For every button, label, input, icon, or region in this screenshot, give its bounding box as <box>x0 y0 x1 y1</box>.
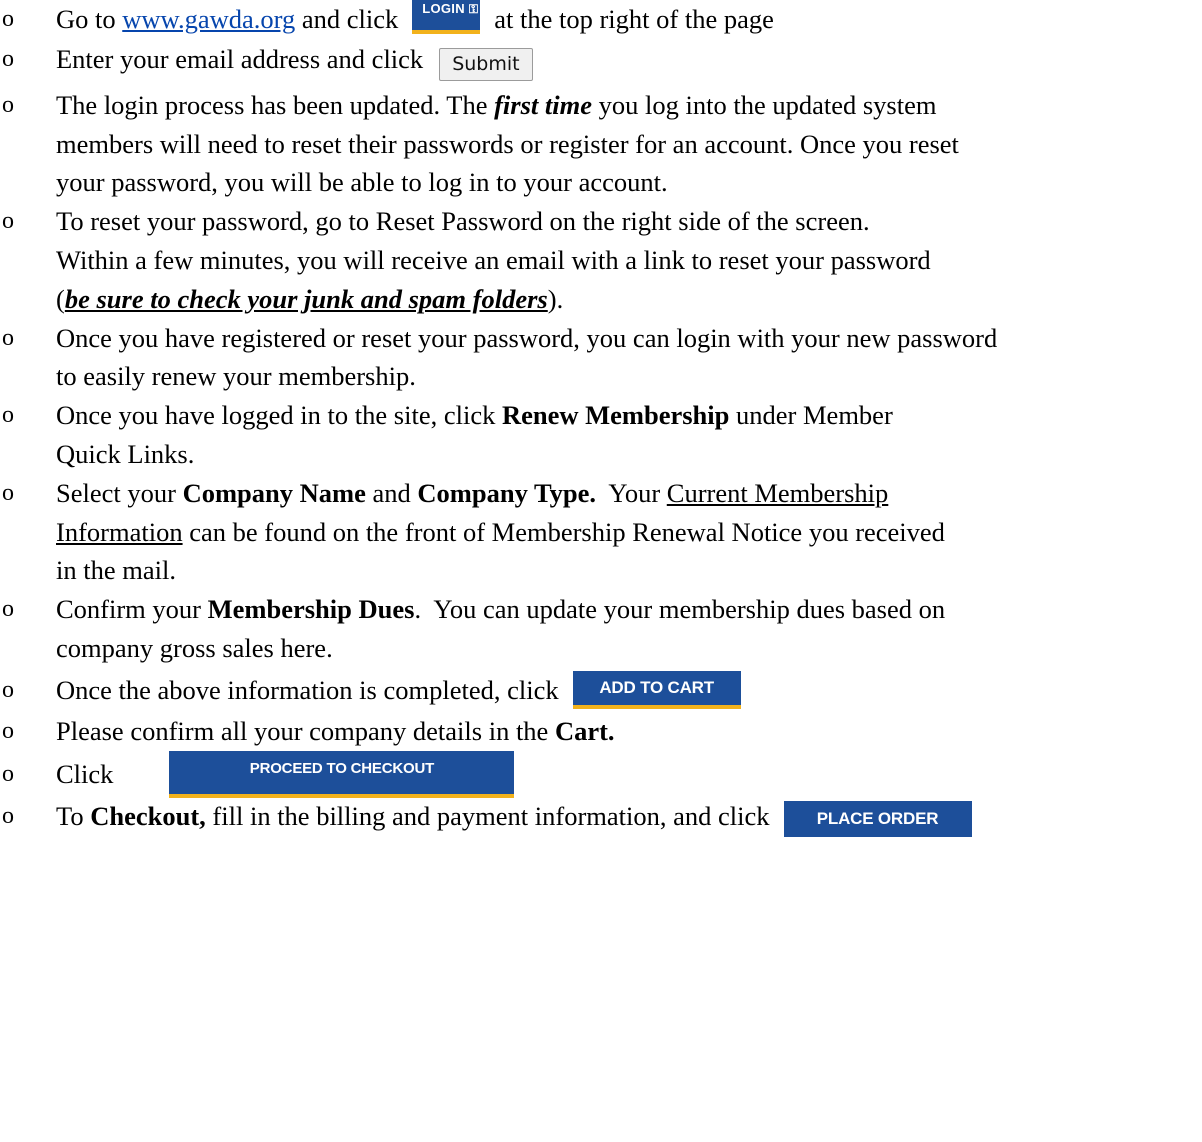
bullet: o <box>2 761 14 788</box>
key-icon: ⚿ <box>468 2 479 16</box>
gawda-link[interactable]: www.gawda.org <box>122 4 295 34</box>
login-button-image: LOGIN ⚿ <box>412 0 481 34</box>
proceed-to-checkout-button-image: PROCEED TO CHECKOUT <box>169 751 515 799</box>
list-item-place-order: o To Checkout, fill in the billing and p… <box>0 797 1202 838</box>
bullet: o <box>2 676 14 703</box>
bullet: o <box>2 803 14 830</box>
list-item-login: o Go to www.gawda.org and click LOGIN ⚿ at … <box>0 0 1202 39</box>
list-item-cart: o Please confirm all your company detail… <box>0 712 1202 751</box>
bullet: o <box>2 45 14 72</box>
list-item-email: o Enter your email address and click Subm… <box>0 40 1202 81</box>
list-item-add-to-cart: o Once the above information is complete… <box>0 670 1202 710</box>
list-item-login-updated: o The login process has been updated. Th… <box>0 86 1202 202</box>
bullet: o <box>2 717 14 744</box>
list-item-company: o Select your Company Name and Company T… <box>0 474 1202 590</box>
submit-button-image: Submit <box>439 47 533 81</box>
list-item-dues: o Confirm your Membership Dues. You can … <box>0 590 1202 668</box>
place-order-button-image: PLACE ORDER <box>783 801 972 838</box>
bullet: o <box>2 324 14 351</box>
list-item-registered: o Once you have registered or reset your… <box>0 319 1202 397</box>
bullet: o <box>2 402 14 429</box>
list-item-renew: o Once you have logged in to the site, c… <box>0 396 1202 474</box>
list-item-reset-password: o To reset your password, go to Reset Pa… <box>0 202 1202 318</box>
bullet: o <box>2 6 14 32</box>
instruction-document: o Go to www.gawda.org and click LOGIN ⚿ at … <box>0 0 1202 838</box>
bullet: o <box>2 91 14 118</box>
bullet: o <box>2 596 14 623</box>
bullet: o <box>2 208 14 235</box>
bullet: o <box>2 479 14 506</box>
add-to-cart-button-image: ADD TO CART <box>572 670 741 709</box>
list-item-checkout: o Click PROCEED TO CHECKOUT <box>0 751 1202 799</box>
